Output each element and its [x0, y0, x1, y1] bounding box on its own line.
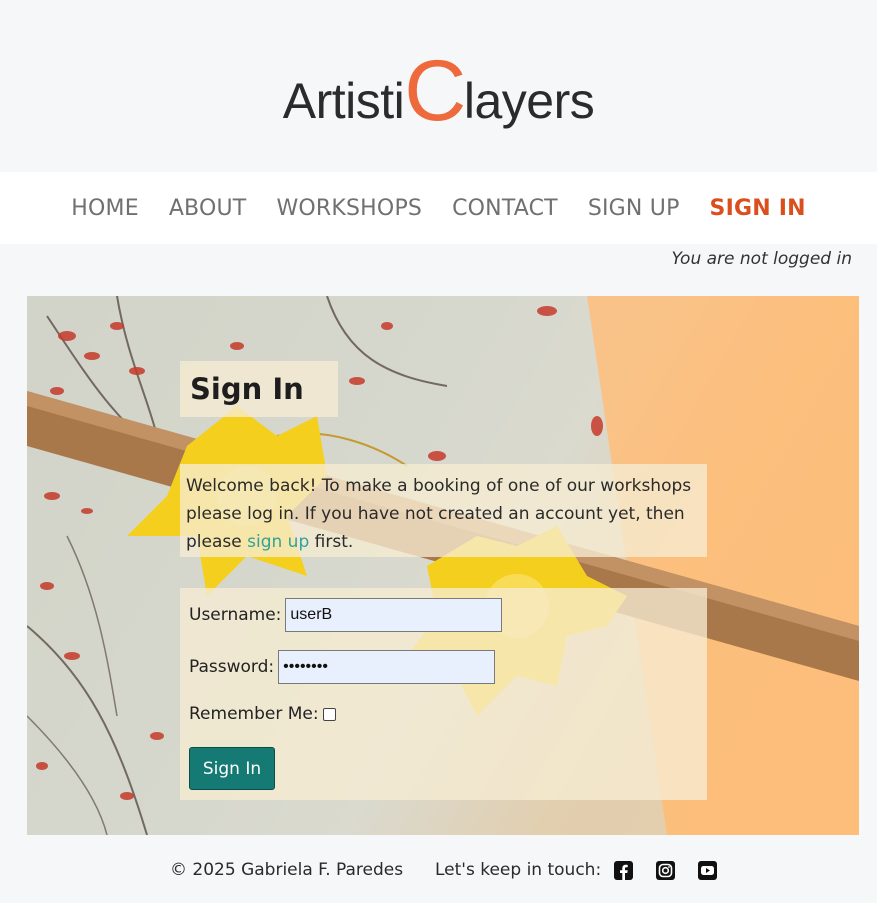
login-status: You are not logged in	[671, 249, 852, 269]
nav-sign-in[interactable]: SIGN IN	[710, 196, 806, 221]
logo-prefix: Artisti	[282, 73, 405, 130]
username-input[interactable]	[285, 598, 503, 632]
password-input[interactable]	[278, 650, 496, 684]
site-logo[interactable]: Artisti Clayers	[0, 0, 877, 172]
title-panel: Sign In	[180, 361, 338, 417]
youtube-icon[interactable]	[698, 861, 717, 880]
password-label: Password:	[189, 657, 275, 677]
logo-highlight: C	[404, 42, 466, 139]
nav-sign-up[interactable]: SIGN UP	[588, 196, 680, 221]
nav-home[interactable]: HOME	[71, 196, 139, 221]
page-title: Sign In	[190, 372, 304, 406]
sign-in-button[interactable]: Sign In	[189, 747, 275, 790]
instagram-icon[interactable]	[656, 861, 675, 880]
logo-suffix: layers	[463, 73, 595, 130]
welcome-message-panel: Welcome back! To make a booking of one o…	[180, 464, 707, 557]
password-row: Password:	[189, 650, 496, 684]
remember-row: Remember Me:	[189, 704, 336, 724]
remember-checkbox[interactable]	[322, 707, 336, 721]
facebook-icon[interactable]	[614, 861, 633, 880]
nav-workshops[interactable]: WORKSHOPS	[276, 196, 422, 221]
sign-up-link[interactable]: sign up	[247, 532, 309, 552]
nav-about[interactable]: ABOUT	[169, 196, 247, 221]
welcome-message: Welcome back! To make a booking of one o…	[186, 472, 701, 556]
hero-section: Sign In Welcome back! To make a booking …	[27, 296, 859, 835]
welcome-text-2: first.	[309, 532, 354, 552]
nav-contact[interactable]: CONTACT	[452, 196, 558, 221]
keep-in-touch-text: Let's keep in touch:	[435, 860, 602, 880]
remember-label: Remember Me:	[189, 704, 319, 724]
username-label: Username:	[189, 605, 282, 625]
footer: © 2025 Gabriela F. Paredes Let's keep in…	[0, 848, 877, 892]
copyright-text: © 2025 Gabriela F. Paredes	[170, 860, 404, 880]
signin-form: Username: Password: Remember Me: Sign In	[180, 588, 707, 800]
username-row: Username:	[189, 598, 503, 632]
main-nav: HOME ABOUT WORKSHOPS CONTACT SIGN UP SIG…	[0, 172, 877, 244]
